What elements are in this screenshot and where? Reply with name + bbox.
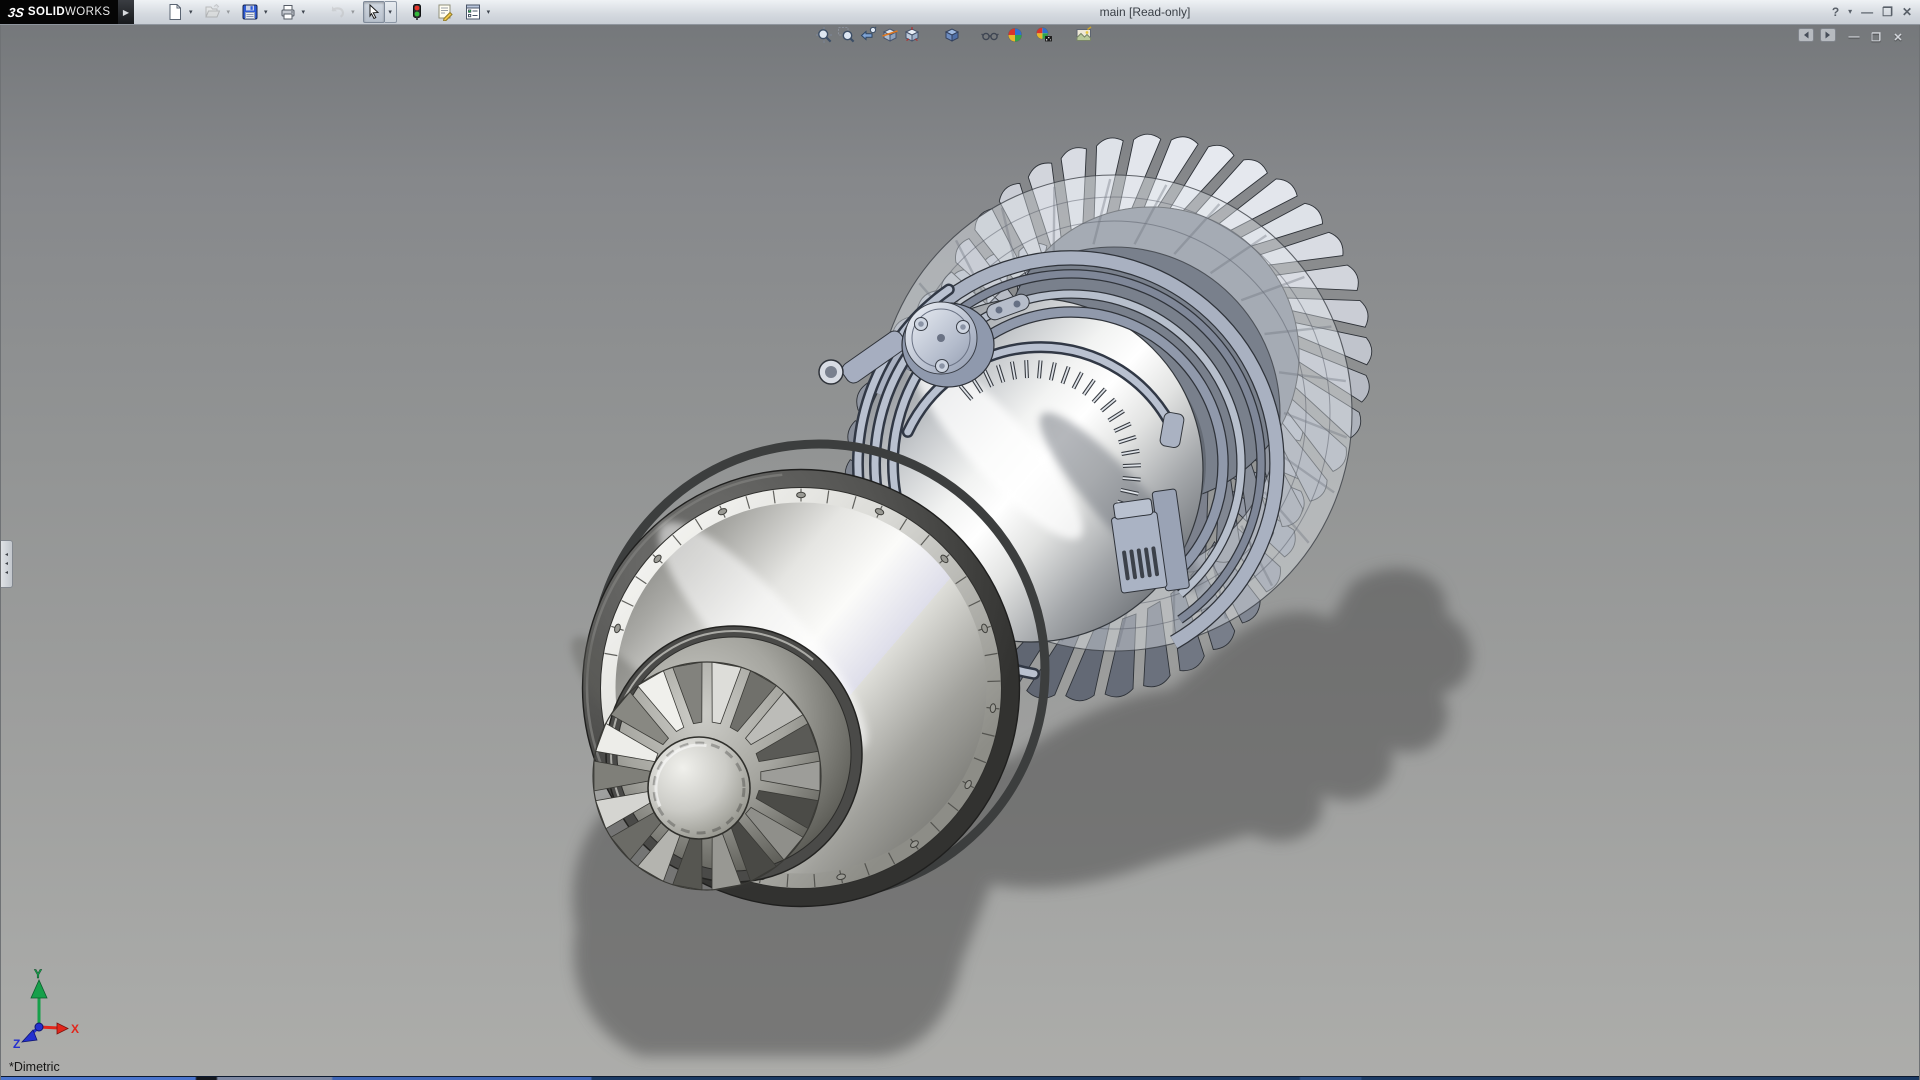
print-dropdown[interactable]: ▾ bbox=[299, 1, 309, 23]
doc-restore-button[interactable]: ❐ bbox=[1867, 29, 1885, 45]
section-view-icon bbox=[881, 26, 899, 49]
zoom-to-fit-button[interactable] bbox=[813, 26, 835, 48]
pane-collapse-left-button[interactable] bbox=[1797, 29, 1815, 45]
help-dropdown-icon[interactable]: ▾ bbox=[1848, 0, 1852, 24]
section-view-button[interactable] bbox=[879, 26, 901, 48]
chevron-down-icon: ▾ bbox=[264, 8, 268, 16]
previous-view-button[interactable] bbox=[857, 26, 879, 48]
options-dropdown[interactable]: ▾ bbox=[484, 1, 494, 23]
rebuild-icon bbox=[408, 3, 426, 21]
select-icon bbox=[365, 3, 383, 21]
solidworks-logo-light: WORKS bbox=[65, 6, 110, 18]
graphics-viewport[interactable]: Y X Z — ❐ ✕ ◂ ◂ ◂ *Dimetric bbox=[0, 24, 1920, 1080]
solidworks-logo: 3S SOLID WORKS bbox=[0, 0, 118, 24]
pane-left-icon bbox=[1797, 26, 1815, 49]
previous-view-icon bbox=[859, 26, 877, 49]
doc-minimize-icon: — bbox=[1849, 31, 1860, 43]
undo-dropdown[interactable]: ▾ bbox=[348, 1, 358, 23]
app-minimize-button[interactable]: — bbox=[1861, 0, 1873, 24]
taskbar-edge bbox=[1, 1076, 1920, 1080]
model-canvas[interactable]: Y X Z bbox=[1, 24, 1920, 1080]
chevron-down-icon: ▾ bbox=[351, 8, 355, 16]
new-document-icon bbox=[166, 3, 184, 21]
open-icon bbox=[204, 3, 222, 21]
options-icon bbox=[464, 3, 482, 21]
doc-restore-icon: ❐ bbox=[1871, 31, 1881, 44]
main-toolbar: ▾ ▾ ▾ ▾ ▾ ▾ ▾ bbox=[164, 0, 493, 24]
apply-scene-button[interactable] bbox=[1033, 26, 1055, 48]
options-button[interactable] bbox=[462, 1, 484, 23]
edit-appearance-button[interactable] bbox=[1004, 26, 1026, 48]
doc-close-icon: ✕ bbox=[1893, 31, 1902, 44]
doc-minimize-button[interactable]: — bbox=[1845, 29, 1863, 45]
feature-pane-splitter[interactable]: ◂ ◂ ◂ bbox=[1, 540, 13, 588]
view-settings-icon bbox=[1075, 26, 1093, 49]
zoom-to-area-button[interactable] bbox=[835, 26, 857, 48]
display-style-icon bbox=[943, 26, 961, 49]
doc-close-button[interactable]: ✕ bbox=[1889, 29, 1907, 45]
splitter-arrow-icon: ◂ bbox=[5, 552, 8, 558]
solidworks-logo-glyph: 3S bbox=[7, 5, 25, 20]
pane-expand-right-button[interactable] bbox=[1819, 29, 1837, 45]
hide-show-items-button[interactable] bbox=[979, 26, 1001, 48]
apply-scene-icon bbox=[1035, 26, 1053, 49]
orientation-triad: Y X Z bbox=[13, 967, 79, 1051]
file-properties-button[interactable] bbox=[434, 1, 456, 23]
print-button[interactable] bbox=[277, 1, 299, 23]
pane-right-icon bbox=[1819, 26, 1837, 49]
app-window-controls: ? ▾ — ❐ ✕ bbox=[1832, 0, 1912, 24]
splitter-arrow-icon: ◂ bbox=[5, 561, 8, 567]
select-dropdown[interactable]: ▾ bbox=[385, 1, 397, 23]
title-bar: 3S SOLID WORKS ▶ ▾ ▾ ▾ ▾ ▾ ▾ ▾ main [Read-only… bbox=[0, 0, 1920, 25]
rebuild-button[interactable] bbox=[406, 1, 428, 23]
chevron-down-icon: ▾ bbox=[227, 8, 231, 16]
chevron-down-icon: ▾ bbox=[487, 8, 491, 16]
view-settings-button[interactable] bbox=[1073, 26, 1095, 48]
open-dropdown[interactable]: ▾ bbox=[224, 1, 234, 23]
view-orientation-button[interactable] bbox=[901, 26, 923, 48]
triad-z-label: Z bbox=[13, 1037, 20, 1051]
new-document-button[interactable] bbox=[164, 1, 186, 23]
select-button[interactable] bbox=[363, 1, 385, 23]
display-style-button[interactable] bbox=[941, 26, 963, 48]
print-icon bbox=[279, 3, 297, 21]
solidworks-logo-bold: SOLID bbox=[28, 6, 65, 18]
splitter-arrow-icon: ◂ bbox=[5, 570, 8, 576]
new-document-dropdown[interactable]: ▾ bbox=[186, 1, 196, 23]
flyout-arrow-icon: ▶ bbox=[123, 8, 129, 17]
chevron-down-icon: ▾ bbox=[189, 8, 193, 16]
view-orientation-label: *Dimetric bbox=[9, 1060, 60, 1074]
app-restore-button[interactable]: ❐ bbox=[1882, 0, 1893, 24]
help-button[interactable]: ? bbox=[1832, 0, 1839, 24]
exhaust-hub[interactable] bbox=[648, 737, 750, 839]
undo-button[interactable] bbox=[326, 1, 348, 23]
zoom-fit-icon bbox=[815, 26, 833, 49]
chevron-down-icon: ▾ bbox=[302, 8, 306, 16]
jet-engine-model[interactable] bbox=[553, 134, 1471, 1056]
open-button[interactable] bbox=[202, 1, 224, 23]
undo-icon bbox=[328, 3, 346, 21]
file-properties-icon bbox=[436, 3, 454, 21]
triad-x-label: X bbox=[71, 1022, 79, 1036]
edit-appearance-icon bbox=[1006, 26, 1024, 49]
view-orientation-icon bbox=[903, 26, 921, 49]
chevron-down-icon: ▾ bbox=[388, 8, 392, 16]
save-dropdown[interactable]: ▾ bbox=[261, 1, 271, 23]
menu-flyout-arrow[interactable]: ▶ bbox=[118, 0, 134, 24]
save-icon bbox=[241, 3, 259, 21]
hide-show-items-icon bbox=[981, 26, 999, 49]
app-close-button[interactable]: ✕ bbox=[1902, 0, 1912, 24]
finned-bracket[interactable] bbox=[1108, 489, 1189, 597]
save-button[interactable] bbox=[239, 1, 261, 23]
zoom-area-icon bbox=[837, 26, 855, 49]
triad-y-label: Y bbox=[34, 967, 42, 981]
document-title: main [Read-only] bbox=[1000, 0, 1290, 24]
